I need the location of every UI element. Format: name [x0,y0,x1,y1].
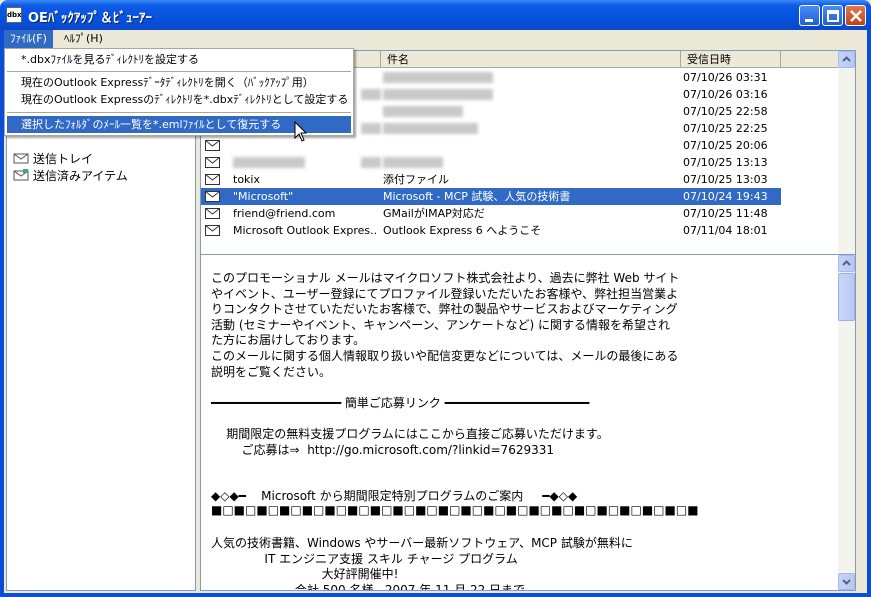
cell-date: 07/11/04 18:01 [683,224,768,237]
list-scrollbar[interactable] [838,51,855,275]
preview-line: このプロモーショナル メールはマイクロソフト株式会社より、過去に弊社 Web サ… [211,271,680,285]
close-icon [850,10,862,22]
envelope-icon [205,191,220,202]
cell-date: 07/10/25 20:06 [683,139,768,152]
cell-from: Microsoft Outlook Expres... [233,224,378,237]
cell-date: 07/10/25 13:03 [683,173,768,186]
envelope-icon [205,225,220,236]
preview-line: IT エンジニア支援 スキル チャージ プログラム [211,551,518,566]
window-title: OEﾊﾞｯｸｱｯﾌﾟ＆ﾋﾞｭｰｱｰ [28,11,152,26]
preview-line: た方にお届けしております。 [211,333,366,348]
preview-line: 人気の技術書籍、Windows やサーバー最新ソフトウェア、MCP 試験が無料に [211,536,633,551]
minimize-button[interactable] [799,5,820,26]
cell-subject: Microsoft - MCP 試験、人気の技術書 [383,190,571,203]
menu-help[interactable]: ﾍﾙﾌﾟ(H) [58,30,109,48]
scroll-up-button[interactable] [838,51,855,68]
redacted-text [233,157,305,168]
preview-scrollbar[interactable] [838,255,855,590]
preview-line: このメールに関する個人情報取り扱いや配信変更などについては、メールの最後にある [211,349,679,363]
tree-item-label: 送信トレイ [33,152,94,166]
message-preview[interactable]: このプロモーショナル メールはマイクロソフト株式会社より、過去に弊社 Web サ… [200,254,856,591]
preview-line: 合計 500 名様 2007 年 11 月 22 日まで [211,583,526,591]
chevron-up-icon [842,260,851,266]
menu-item-set-oe-dir[interactable]: 現在のOutlook Expressのﾃﾞｨﾚｸﾄﾘを*.dbxﾃﾞｨﾚｸﾄﾘと… [7,91,351,108]
preview-line: ━━━━━━━━━━━━━━━━━━ 簡単ご応募リンク ━━━━━━━━━━━━… [211,395,590,410]
preview-line: ■□■□■□■□■□■□■□■□■□■□■□■□■□■□■□■□■□■□■□■□… [211,503,699,517]
chevron-down-icon [842,579,851,585]
cell-subject: Outlook Express 6 へようこそ [383,224,542,237]
envelope-icon [205,157,220,168]
preview-line: ご応募は⇒ http://go.microsoft.com/?linkid=76… [211,442,554,457]
app-icon: dbx [6,7,22,23]
cell-date: 07/10/25 22:25 [683,122,768,135]
redacted-text [361,123,381,134]
tree-item-outbox[interactable]: 送信トレイ [13,151,93,168]
menu-item-set-dbx-dir[interactable]: *.dbxﾌｧｲﾙを見るﾃﾞｨﾚｸﾄﾘを設定する [7,51,351,68]
cell-date: 07/10/24 19:43 [683,190,768,203]
table-row[interactable]: "Microsoft" Microsoft - MCP 試験、人気の技術書 07/1… [201,188,781,205]
table-row[interactable]: 07/10/25 20:06 [201,137,781,154]
tree-item-sent[interactable]: 送信済みアイテム [13,168,128,185]
chevron-up-icon [842,56,851,62]
column-header-subject[interactable]: 件名 [381,51,681,68]
table-row[interactable]: friend@friend.com GMailがIMAP対応だ 07/10/25 1… [201,205,781,222]
preview-line: 大好評開催中! [211,567,399,582]
maximize-icon [827,10,839,22]
menu-separator [7,112,351,113]
table-row[interactable]: Microsoft Outlook Expres... Outlook Expre… [201,222,781,239]
table-row[interactable]: tokix 添付ファイル 07/10/25 13:03 [201,171,781,188]
close-button[interactable] [845,5,866,26]
envelope-icon [205,140,220,151]
preview-line: 説明をご覧ください。 [211,364,332,379]
tree-item-label: 送信済みアイテム [33,169,128,183]
preview-line: りコンタクトさせていただいたお客様で、弊社の製品やサービスおよびマーケティング [211,302,678,317]
preview-line: 期間限定の無料支援プログラムにはここから直接ご応募いただけます。 [211,427,609,441]
minimize-icon [805,19,813,22]
menu-bar: ﾌｧｲﾙ(F) ﾍﾙﾌﾟ(H) [4,30,867,48]
scroll-down-button[interactable] [838,573,855,590]
menu-item-open-oe-dir[interactable]: 現在のOutlook Expressﾃﾞｰﾀﾃﾞｨﾚｸﾄﾘを開く（ﾊﾞｯｸｱｯﾌ… [7,74,351,91]
redacted-text [383,157,443,168]
column-header-date[interactable]: 受信日時 [681,51,781,68]
app-window: dbx OEﾊﾞｯｸｱｯﾌﾟ＆ﾋﾞｭｰｱｰ ﾌｧｲﾙ(F) ﾍﾙﾌﾟ(H) 送信… [0,0,871,597]
redacted-text [361,89,381,100]
redacted-text [383,123,478,134]
cell-date: 07/10/25 13:13 [683,156,768,169]
menu-file[interactable]: ﾌｧｲﾙ(F) [4,30,53,48]
cell-from: friend@friend.com [233,207,336,220]
outbox-icon [13,153,29,164]
envelope-icon [205,208,220,219]
title-bar[interactable]: dbx OEﾊﾞｯｸｱｯﾌﾟ＆ﾋﾞｭｰｱｰ [0,0,871,30]
cell-date: 07/10/25 22:58 [683,105,768,118]
sent-items-icon [13,169,29,181]
envelope-icon [205,174,220,185]
maximize-button[interactable] [822,5,843,26]
redacted-text [383,89,493,100]
scroll-up-button[interactable] [838,255,855,272]
cell-from: tokix [233,173,260,186]
cell-date: 07/10/26 03:31 [683,71,768,84]
cell-date: 07/10/25 11:48 [683,207,768,220]
preview-line: やイベント、ユーザー登録にてプロファイル登録いただいたお客様や、弊社担当営業よ [211,286,679,301]
table-row[interactable]: 07/10/25 13:13 [201,154,781,171]
redacted-text [383,106,463,117]
redacted-text [361,157,381,168]
preview-line: ◆◇◆━ Microsoft から期間限定特別プログラムのご案内 ━◆◇◆ [211,489,578,504]
redacted-text [383,72,493,83]
preview-line: 活動 (セミナーやイベント、キャンペーン、アンケートなど) に関する情報を希望さ… [211,317,670,332]
cell-date: 07/10/26 03:16 [683,88,768,101]
cell-from: "Microsoft" [233,190,294,203]
mouse-cursor-icon [294,121,308,142]
cell-subject: 添付ファイル [383,173,449,186]
cell-subject: GMailがIMAP対応だ [383,207,485,220]
menu-separator [7,71,351,72]
scroll-thumb[interactable] [838,273,855,321]
